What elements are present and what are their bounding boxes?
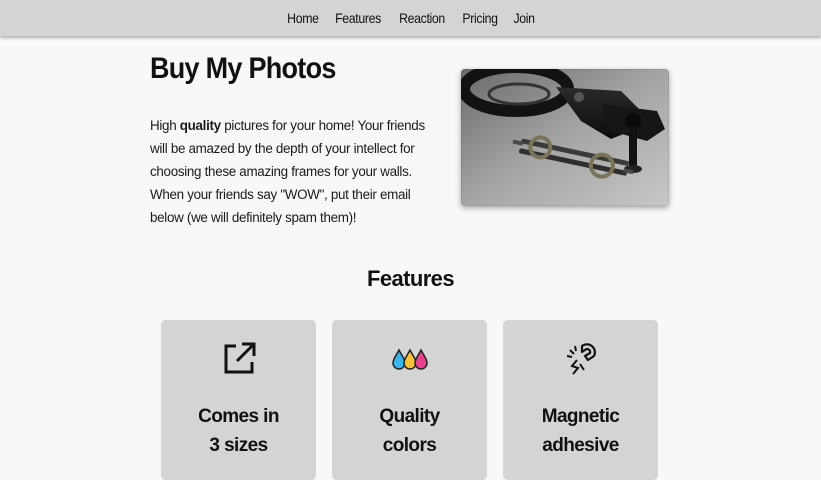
hero-section: Buy My Photos High quality pictures for … [150, 52, 440, 229]
nav-join-link[interactable]: Join [509, 0, 541, 36]
feature-label: Quality colors [379, 406, 440, 456]
nav-reaction-link[interactable]: Reaction [394, 0, 450, 36]
nav-pricing-link[interactable]: Pricing [458, 0, 504, 36]
nav-home-link[interactable]: Home [281, 0, 323, 36]
quality-emphasis: quality [179, 118, 221, 133]
page-title: Buy My Photos [150, 52, 336, 85]
feature-card-colors: Quality colors [332, 320, 487, 480]
feature-label: Magnetic adhesive [541, 406, 620, 456]
magnet-icon [566, 343, 596, 375]
feature-label: Comes in 3 sizes [198, 406, 279, 456]
feature-card-magnet: Magnetic adhesive [503, 320, 658, 480]
external-link-icon [224, 342, 255, 374]
top-nav: Home Features Reaction Pricing Join [0, 0, 821, 36]
ink-drops-icon [391, 348, 428, 370]
feature-card-sizes: Comes in 3 sizes [161, 320, 316, 480]
features-heading: Features [367, 266, 455, 291]
hero-photo [461, 69, 669, 206]
nav-features-link[interactable]: Features [330, 0, 386, 36]
hero-description: High quality pictures for your home! You… [150, 118, 425, 225]
